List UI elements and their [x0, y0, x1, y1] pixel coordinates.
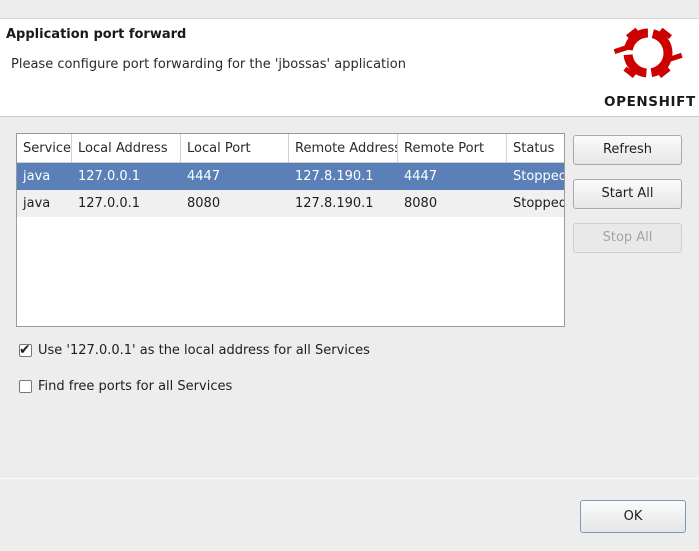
column-header-local-address[interactable]: Local Address	[72, 134, 181, 162]
stop-all-button[interactable]: Stop All	[573, 223, 682, 253]
checkmark-icon: ✔	[19, 342, 31, 358]
cell-local-address: 127.0.0.1	[78, 169, 141, 184]
cell-remote-address: 127.8.190.1	[295, 196, 374, 211]
cell-remote-port: 8080	[404, 196, 438, 211]
table-body: java 127.0.0.1 4447 127.8.190.1 4447 Sto…	[17, 163, 564, 217]
table-row[interactable]: java 127.0.0.1 8080 127.8.190.1 8080 Sto…	[17, 190, 564, 217]
column-header-remote-address[interactable]: Remote Address	[289, 134, 398, 162]
cell-remote-port: 4447	[404, 169, 438, 184]
refresh-button[interactable]: Refresh	[573, 135, 682, 165]
title-bar-strip	[0, 0, 699, 19]
start-all-button[interactable]: Start All	[573, 179, 682, 209]
cell-remote-address: 127.8.190.1	[295, 169, 374, 184]
dialog-description: Please configure port forwarding for the…	[11, 57, 406, 72]
column-header-service[interactable]: Service	[17, 134, 72, 162]
cell-local-port: 8080	[187, 196, 221, 211]
openshift-logo: OPENSHIFT	[602, 21, 696, 113]
column-header-status[interactable]: Status	[507, 134, 564, 162]
cell-status: Stopped	[513, 196, 565, 211]
openshift-gear-icon	[613, 27, 683, 79]
logo-text: OPENSHIFT	[604, 94, 696, 110]
cell-service: java	[23, 196, 51, 211]
cell-local-address: 127.0.0.1	[78, 196, 141, 211]
use-local-address-checkbox[interactable]: ✔	[19, 342, 32, 358]
dialog-title: Application port forward	[6, 27, 187, 42]
find-free-ports-checkbox[interactable]	[19, 380, 32, 393]
header-banner: Application port forward Please configur…	[0, 19, 699, 117]
use-local-address-label[interactable]: Use '127.0.0.1' as the local address for…	[38, 343, 370, 358]
cell-service: java	[23, 169, 51, 184]
column-header-remote-port[interactable]: Remote Port	[398, 134, 507, 162]
footer-separator	[0, 478, 699, 479]
find-free-ports-label[interactable]: Find free ports for all Services	[38, 379, 232, 394]
cell-local-port: 4447	[187, 169, 221, 184]
column-header-local-port[interactable]: Local Port	[181, 134, 289, 162]
table-row[interactable]: java 127.0.0.1 4447 127.8.190.1 4447 Sto…	[17, 163, 564, 190]
port-forward-table[interactable]: Service Local Address Local Port Remote …	[16, 133, 565, 327]
table-header: Service Local Address Local Port Remote …	[17, 134, 564, 163]
cell-status: Stopped	[513, 169, 565, 184]
ok-button[interactable]: OK	[580, 500, 686, 533]
